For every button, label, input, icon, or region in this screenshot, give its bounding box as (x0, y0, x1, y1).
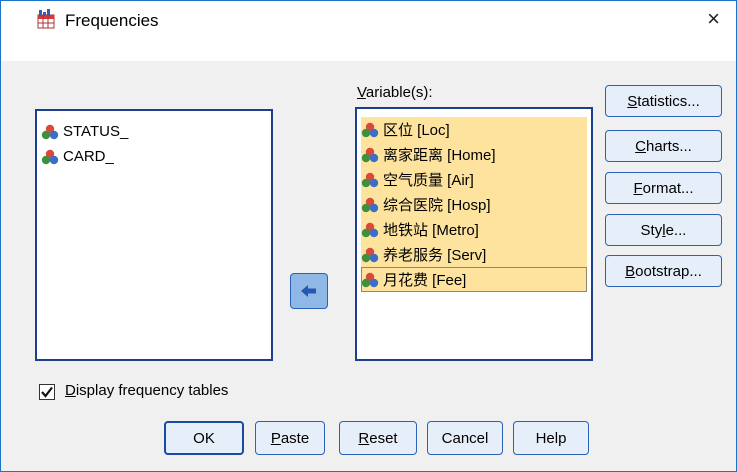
display-frequency-tables-label[interactable]: Display frequency tables (65, 382, 228, 399)
frequencies-table-icon (37, 9, 55, 29)
close-icon[interactable]: × (707, 7, 720, 31)
variable-label: 区位 [Loc] (383, 122, 450, 139)
list-item[interactable]: 综合医院 [Hosp] (361, 192, 587, 217)
nominal-variable-icon (41, 124, 59, 139)
source-variable-list[interactable]: STATUS_ CARD_ (35, 109, 273, 361)
bootstrap-button[interactable]: Bootstrap... (605, 255, 722, 287)
list-item[interactable]: 月花费 [Fee] (361, 267, 587, 292)
move-left-arrow-icon (301, 285, 316, 297)
nominal-variable-icon (361, 272, 379, 287)
variable-label: STATUS_ (63, 123, 129, 140)
variable-label: 地铁站 [Metro] (383, 222, 479, 239)
list-item[interactable]: CARD_ (41, 144, 267, 169)
list-item[interactable]: 离家距离 [Home] (361, 142, 587, 167)
variable-label: 养老服务 [Serv] (383, 247, 487, 264)
selected-variable-list[interactable]: 区位 [Loc] 离家距离 [Home] 空气质量 [Air] 综合医院 [Ho… (355, 107, 593, 361)
charts-button[interactable]: Charts... (605, 130, 722, 162)
variables-label: Variable(s): (357, 84, 433, 101)
list-item[interactable]: 空气质量 [Air] (361, 167, 587, 192)
reset-button[interactable]: Reset (339, 421, 417, 455)
help-button[interactable]: Help (513, 421, 589, 455)
nominal-variable-icon (41, 149, 59, 164)
variable-label: 综合医院 [Hosp] (383, 197, 491, 214)
list-item[interactable]: 养老服务 [Serv] (361, 242, 587, 267)
nominal-variable-icon (361, 222, 379, 237)
list-item[interactable]: 地铁站 [Metro] (361, 217, 587, 242)
cancel-button[interactable]: Cancel (427, 421, 503, 455)
variable-label: 离家距离 [Home] (383, 147, 496, 164)
move-variable-button[interactable] (290, 273, 328, 309)
nominal-variable-icon (361, 122, 379, 137)
nominal-variable-icon (361, 147, 379, 162)
variable-label: CARD_ (63, 148, 114, 165)
title-bar[interactable]: Frequencies × (1, 1, 736, 39)
nominal-variable-icon (361, 197, 379, 212)
checkmark-icon (41, 386, 53, 398)
list-item[interactable]: STATUS_ (41, 119, 267, 144)
format-button[interactable]: Format... (605, 172, 722, 204)
style-button[interactable]: Sty l e... (605, 214, 722, 246)
ok-button[interactable]: OK (164, 421, 244, 455)
nominal-variable-icon (361, 247, 379, 262)
dialog-client-area: STATUS_ CARD_ Variable(s): 区位 [Loc] 离家距离… (1, 61, 736, 471)
frequencies-dialog: Frequencies × STATUS_ CARD_ Variable(s):… (0, 0, 737, 472)
statistics-button[interactable]: Statistics... (605, 85, 722, 117)
variable-label: 空气质量 [Air] (383, 172, 474, 189)
display-frequency-tables-checkbox[interactable] (39, 384, 55, 400)
variable-label: 月花费 [Fee] (383, 272, 467, 289)
nominal-variable-icon (361, 172, 379, 187)
list-item[interactable]: 区位 [Loc] (361, 117, 587, 142)
dialog-title: Frequencies (65, 11, 159, 30)
paste-button[interactable]: Paste (255, 421, 325, 455)
